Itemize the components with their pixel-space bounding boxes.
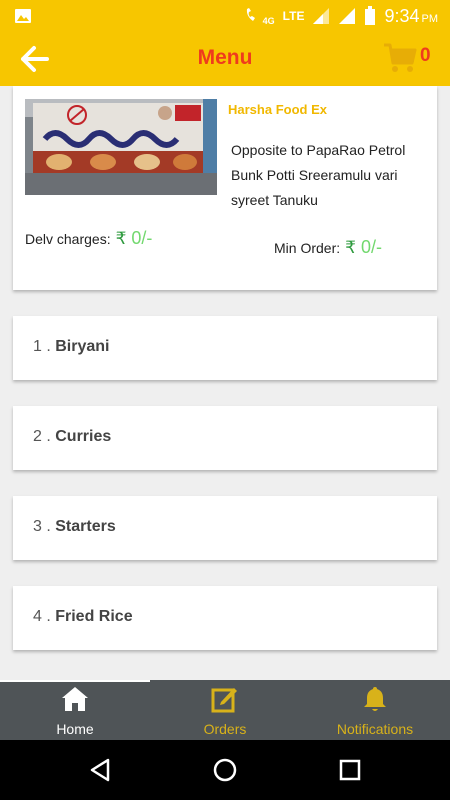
gallery-icon xyxy=(15,9,31,23)
cart-icon[interactable] xyxy=(383,42,417,74)
network-label: LTE xyxy=(282,9,305,23)
bottom-nav: Home Orders Notifications xyxy=(0,680,450,740)
category-label: 4 . Fried Rice xyxy=(33,608,133,626)
category-name: Curries xyxy=(55,428,112,445)
category-number: 4 . xyxy=(33,608,56,625)
category-item-fried-rice[interactable]: 4 . Fried Rice xyxy=(13,586,437,650)
call-4g-icon: 4G xyxy=(244,6,275,26)
category-item-starters[interactable]: 3 . Starters xyxy=(13,496,437,560)
clock: 9:34 PM xyxy=(384,6,438,27)
cart-count-badge[interactable]: 0 xyxy=(420,45,431,67)
nav-tab-orders[interactable]: Orders xyxy=(150,680,300,740)
bell-icon xyxy=(364,687,386,711)
min-order: Min Order: ₹ 0/- xyxy=(274,237,382,258)
category-name: Biryani xyxy=(55,338,110,355)
app-bar: Menu 0 xyxy=(0,32,450,86)
signal-icon xyxy=(313,8,330,24)
category-label: 1 . Biryani xyxy=(33,338,109,356)
category-label: 3 . Starters xyxy=(33,518,116,536)
home-icon xyxy=(62,687,88,711)
clock-ampm: PM xyxy=(421,12,439,25)
nav-tab-home[interactable]: Home xyxy=(0,680,150,740)
category-item-biryani[interactable]: 1 . Biryani xyxy=(13,316,437,380)
nav-label-orders: Orders xyxy=(203,721,247,737)
delivery-amount: 0/- xyxy=(131,228,153,248)
edit-icon xyxy=(211,688,237,713)
category-number: 1 . xyxy=(33,338,56,355)
nav-label-home: Home xyxy=(56,721,94,737)
delivery-label: Delv charges: xyxy=(25,230,111,247)
clock-time: 9:34 xyxy=(384,5,420,26)
restaurant-card: Harsha Food Ex Opposite to PapaRao Petro… xyxy=(13,86,437,290)
restaurant-photo xyxy=(25,99,217,195)
category-number: 3 . xyxy=(33,518,56,535)
status-bar: 4G LTE 9:34 PM xyxy=(0,0,450,32)
home-circle-icon[interactable] xyxy=(211,756,239,784)
battery-icon xyxy=(365,6,376,25)
signal-icon xyxy=(339,8,356,24)
back-triangle-icon[interactable] xyxy=(86,756,114,784)
min-order-label: Min Order: xyxy=(274,239,341,256)
category-number: 2 . xyxy=(33,428,56,445)
system-nav-bar xyxy=(0,740,450,800)
nav-tab-notifications[interactable]: Notifications xyxy=(300,680,450,740)
min-order-amount: 0/- xyxy=(360,237,382,257)
delivery-charges: Delv charges: ₹ 0/- xyxy=(25,228,152,249)
rupee-icon: ₹ xyxy=(115,228,127,249)
rupee-icon: ₹ xyxy=(345,237,356,258)
recents-square-icon[interactable] xyxy=(336,756,364,784)
restaurant-name: Harsha Food Ex xyxy=(228,102,327,117)
nav-label-notifications: Notifications xyxy=(336,721,414,737)
category-item-curries[interactable]: 2 . Curries xyxy=(13,406,437,470)
category-name: Starters xyxy=(55,518,116,535)
category-label: 2 . Curries xyxy=(33,428,111,446)
restaurant-address: Opposite to PapaRao Petrol Bunk Potti Sr… xyxy=(231,142,406,208)
category-name: Fried Rice xyxy=(55,608,133,625)
call-4g-label: 4G xyxy=(262,16,275,26)
